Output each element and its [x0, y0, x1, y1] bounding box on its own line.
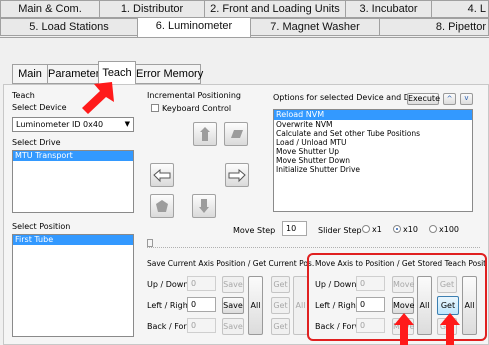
move-back-button[interactable]: [224, 122, 248, 146]
move-backforw-field[interactable]: 0: [356, 318, 385, 333]
slider-step-x1-label: x1: [372, 225, 382, 234]
move-leftright-label: Left / Right: [315, 301, 359, 310]
drive-list[interactable]: MTU Transport: [12, 150, 134, 213]
position-list[interactable]: First Tube: [12, 234, 134, 337]
options-label: Options for selected Device and Drive: [273, 93, 426, 102]
move-left-button[interactable]: [150, 163, 174, 187]
arrow-down-icon: [199, 199, 209, 213]
tab-load-stations[interactable]: 5. Load Stations: [0, 18, 138, 36]
radio-icon: [362, 225, 370, 233]
move-up-button[interactable]: [193, 122, 217, 146]
move-updown-field[interactable]: 0: [356, 276, 385, 291]
arrow-up-icon: [200, 127, 210, 141]
checkbox-icon: [151, 104, 159, 112]
options-list[interactable]: Reload NVM Overwrite NVM Calculate and S…: [273, 109, 473, 212]
move-forward-button[interactable]: [150, 194, 174, 218]
save-updown-field[interactable]: 0: [187, 276, 216, 291]
select-position-label: Select Position: [12, 222, 71, 231]
annotation-arrow-move: [394, 313, 414, 345]
option-up-button[interactable]: ^: [443, 93, 456, 105]
device-dropdown[interactable]: Luminometer ID 0x40 ▼: [12, 117, 134, 132]
save-backforw-field[interactable]: 0: [187, 318, 216, 333]
tab-main-com[interactable]: Main & Com.: [0, 0, 100, 18]
arrow-left-icon: [153, 168, 171, 183]
keyboard-control-checkbox[interactable]: Keyboard Control: [151, 104, 231, 113]
slider-step-x10-label: x10: [403, 225, 418, 234]
move-updown-label: Up / Down: [315, 280, 357, 289]
get-all-stored-button[interactable]: All: [462, 276, 477, 335]
tab-incubator[interactable]: 3. Incubator: [345, 0, 432, 18]
save-leftright-label: Left / Right: [147, 301, 191, 310]
keyboard-control-label: Keyboard Control: [162, 104, 232, 113]
move-leftright-button[interactable]: Move: [392, 297, 414, 314]
option-down-button[interactable]: v: [460, 93, 473, 105]
select-drive-label: Select Drive: [12, 138, 61, 147]
subtab-main[interactable]: Main: [12, 64, 48, 84]
radio-icon: [429, 225, 437, 233]
incremental-label: Incremental Positioning: [147, 91, 241, 100]
annotation-arrow-get: [440, 313, 460, 345]
execute-button[interactable]: Execute: [407, 93, 440, 105]
tab-pipettor[interactable]: 8. Pipettor: [379, 18, 489, 36]
tab-distributor[interactable]: 1. Distributor: [99, 0, 205, 18]
list-item[interactable]: Load / Unload MTU: [274, 138, 472, 147]
tab-front-loading[interactable]: 2. Front and Loading Units: [204, 0, 346, 18]
slider-step-label: Slider Step: [318, 226, 362, 235]
get-all-current-button[interactable]: All: [293, 276, 308, 335]
save-leftright-button[interactable]: Save: [222, 297, 244, 314]
list-item[interactable]: Calculate and Set other Tube Positions: [274, 129, 472, 138]
tab-luminometer[interactable]: 6. Luminometer: [137, 17, 251, 37]
move-right-button[interactable]: [225, 163, 249, 187]
move-step-input[interactable]: 10: [282, 221, 307, 236]
select-device-label: Select Device: [12, 103, 67, 112]
radio-icon: [393, 225, 401, 233]
slider-step-x100[interactable]: x100: [429, 225, 459, 234]
list-item[interactable]: Move Shutter Down: [274, 156, 472, 165]
move-down-button[interactable]: [192, 194, 216, 218]
slider-step-x1[interactable]: x1: [362, 225, 382, 234]
list-item[interactable]: Overwrite NVM: [274, 120, 472, 129]
save-updown-label: Up / Down: [147, 280, 189, 289]
device-value: Luminometer ID 0x40: [16, 120, 104, 129]
arrow-back-icon: [231, 130, 243, 138]
list-item[interactable]: Reload NVM: [274, 110, 472, 120]
list-item[interactable]: Move Shutter Up: [274, 147, 472, 156]
move-leftright-field[interactable]: 0: [356, 297, 385, 312]
subtab-error-memory[interactable]: Error Memory: [135, 64, 203, 84]
save-updown-button[interactable]: Save: [222, 276, 244, 293]
move-all-button[interactable]: All: [417, 276, 432, 335]
annotation-arrow-teach: [82, 82, 114, 114]
slider-thumb[interactable]: [147, 239, 153, 247]
move-group-label: Move Axis to Position / Get Stored Teach…: [315, 259, 485, 268]
move-step-label: Move Step: [233, 226, 276, 235]
teach-group-label: Teach: [12, 91, 35, 100]
slider-step-x100-label: x100: [439, 225, 460, 234]
move-updown-button[interactable]: Move: [392, 276, 414, 293]
tab-4[interactable]: 4. L: [431, 0, 489, 18]
list-item[interactable]: Initialize Shutter Drive: [274, 165, 472, 174]
save-group-label: Save Current Axis Position / Get Current…: [147, 259, 315, 268]
list-item[interactable]: MTU Transport: [13, 151, 133, 161]
save-backforw-button[interactable]: Save: [222, 318, 244, 335]
slider-step-x10[interactable]: x10: [393, 225, 418, 234]
step-slider[interactable]: [147, 238, 480, 248]
arrow-right-icon: [228, 168, 246, 183]
save-all-button[interactable]: All: [248, 276, 263, 335]
chevron-down-icon: ▼: [124, 120, 130, 128]
list-item[interactable]: First Tube: [13, 235, 133, 245]
arrow-forward-icon: [156, 200, 168, 212]
save-leftright-field[interactable]: 0: [187, 297, 216, 312]
get-backforw-button[interactable]: Get: [271, 318, 290, 335]
get-stored-updown-button[interactable]: Get: [437, 276, 457, 293]
get-leftright-button[interactable]: Get: [271, 297, 290, 314]
tab-magnet-washer[interactable]: 7. Magnet Washer: [250, 18, 380, 36]
get-updown-button[interactable]: Get: [271, 276, 290, 293]
